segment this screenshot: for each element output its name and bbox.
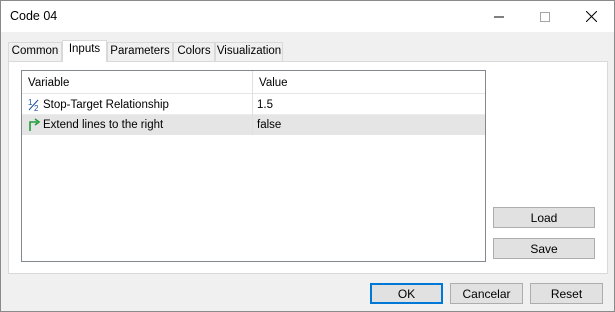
svg-text:2: 2 [34,104,39,112]
tab-inputs[interactable]: Inputs [62,40,107,62]
column-header-variable[interactable]: Variable [28,77,69,89]
window-title: Code 04 [10,9,58,23]
bool-arrow-icon [27,118,41,135]
variable-name: Extend lines to the right [43,119,164,131]
tab-common[interactable]: Common [8,42,62,61]
inputs-grid: Variable Value 1 2 Stop-Target Relations… [21,70,486,262]
column-divider[interactable] [252,71,253,135]
variable-name: Stop-Target Relationship [43,99,169,111]
tab-parameters[interactable]: Parameters [107,42,173,61]
dialog-window: Code 04 Common Inputs Parameters Colors … [0,0,615,312]
reset-button[interactable]: Reset [530,283,603,304]
grid-header: Variable Value [22,71,485,94]
maximize-icon [540,11,550,22]
close-button[interactable] [568,1,614,32]
table-row[interactable]: 1 2 Stop-Target Relationship 1.5 [22,95,485,115]
cancel-button[interactable]: Cancelar [450,283,523,304]
column-header-value[interactable]: Value [259,77,288,89]
inputs-panel: Variable Value 1 2 Stop-Target Relations… [8,61,608,274]
ok-button[interactable]: OK [370,283,443,304]
save-button[interactable]: Save [493,238,595,259]
tab-colors[interactable]: Colors [173,42,215,61]
close-icon [585,11,597,22]
fraction-icon: 1 2 [28,98,40,115]
minimize-button[interactable] [476,1,522,32]
variable-value[interactable]: 1.5 [257,99,273,111]
tab-visualization[interactable]: Visualization [215,42,283,61]
maximize-button [522,1,568,32]
title-bar[interactable]: Code 04 [1,1,614,32]
load-button[interactable]: Load [493,207,595,228]
variable-value[interactable]: false [257,119,281,131]
table-row[interactable]: Extend lines to the right false [22,115,485,135]
minimize-icon [494,16,504,17]
